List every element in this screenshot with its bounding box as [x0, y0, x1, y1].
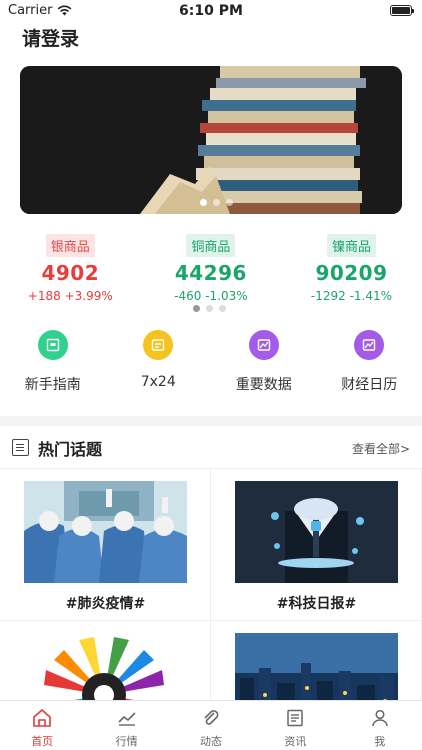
quotes-pager — [193, 305, 226, 312]
topic-card-pneumonia[interactable]: #肺炎疫情# — [0, 469, 211, 621]
quick-item-label: 新手指南 — [24, 377, 81, 393]
tab-market[interactable]: 行情 — [84, 701, 168, 750]
calendar-icon — [143, 330, 174, 360]
paperclip-icon — [200, 707, 222, 729]
guide-icon — [37, 330, 68, 360]
tab-home[interactable]: 首页 — [0, 701, 84, 750]
quote-change: -1292 -1.41% — [310, 289, 393, 303]
tab-label: 动态 — [199, 735, 222, 748]
tab-label: 行情 — [115, 735, 138, 748]
quick-item-7x24[interactable]: 7x24 — [106, 330, 212, 394]
quick-item-finance-calendar[interactable]: 财经日历 — [317, 330, 422, 394]
tab-me[interactable]: 我 — [338, 701, 422, 750]
tab-news[interactable]: 资讯 — [253, 701, 337, 750]
view-all-link[interactable]: 查看全部> — [352, 440, 410, 457]
quick-menu: 新手指南 7x24 重要数据 财经日历 — [0, 330, 422, 394]
quote-price: 90209 — [315, 261, 388, 285]
topic-image-tech — [235, 481, 398, 583]
list-icon — [12, 439, 29, 456]
tab-label: 首页 — [31, 735, 54, 748]
quote-name: 铜商品 — [186, 234, 236, 257]
quote-price: 44296 — [174, 261, 247, 285]
quote-name: 镍商品 — [326, 234, 376, 257]
topic-caption: #肺炎疫情# — [65, 596, 146, 612]
quote-name: 银商品 — [45, 234, 95, 257]
bottom-tab-bar: 首页 行情 动态 资讯 我 — [0, 700, 422, 750]
quick-item-label: 财经日历 — [341, 377, 398, 393]
tab-dynamics[interactable]: 动态 — [169, 701, 253, 750]
status-bar: Carrier 6:10 PM — [0, 0, 422, 22]
quote-change: +188 +3.99% — [27, 289, 113, 303]
login-link[interactable]: 请登录 — [22, 24, 79, 51]
commodity-quotes: 银商品 4902 +188 +3.99% 铜商品 44296 -460 -1.0… — [0, 234, 422, 303]
battery-icon — [390, 5, 414, 16]
user-icon — [369, 707, 391, 729]
banner-image-books — [20, 66, 402, 214]
banner-pager — [200, 199, 233, 206]
topic-card-tech[interactable]: #科技日报# — [211, 469, 422, 621]
quick-item-label: 7x24 — [140, 374, 176, 390]
trend-icon — [116, 707, 138, 729]
topic-caption: #科技日报# — [276, 596, 357, 612]
topic-image-medical — [24, 481, 187, 583]
quote-copper[interactable]: 铜商品 44296 -460 -1.03% — [141, 234, 282, 303]
banner-carousel[interactable] — [20, 66, 402, 214]
section-divider — [0, 416, 422, 426]
quick-item-key-data[interactable]: 重要数据 — [211, 330, 317, 394]
quote-change: -460 -1.03% — [174, 289, 248, 303]
hot-topics-header: 热门话题 查看全部> — [12, 436, 410, 460]
tab-label: 资讯 — [284, 735, 307, 748]
quote-silver[interactable]: 银商品 4902 +188 +3.99% — [0, 234, 141, 303]
home-icon — [31, 707, 53, 729]
quick-item-label: 重要数据 — [235, 377, 292, 393]
hot-topics-grid: #肺炎疫情# #科技日报# — [0, 468, 422, 750]
hot-topics-title: 热门话题 — [38, 440, 103, 459]
finance-calendar-icon — [354, 330, 385, 360]
quote-price: 4902 — [41, 261, 100, 285]
clock: 6:10 PM — [179, 3, 243, 19]
news-icon — [284, 707, 306, 729]
chart-icon — [248, 330, 279, 360]
tab-label: 我 — [374, 735, 386, 748]
quick-item-guide[interactable]: 新手指南 — [0, 330, 106, 394]
quote-nickel[interactable]: 镍商品 90209 -1292 -1.41% — [281, 234, 422, 303]
